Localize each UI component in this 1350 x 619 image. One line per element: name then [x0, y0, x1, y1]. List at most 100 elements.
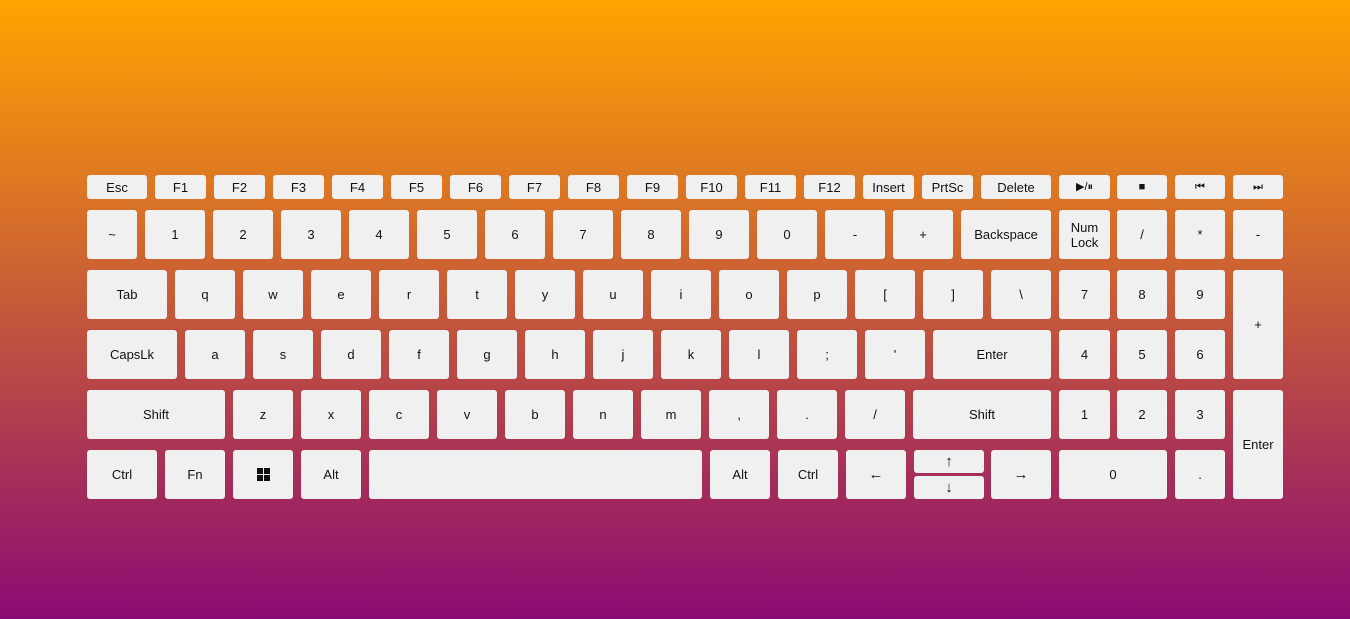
key-esc[interactable]: Esc [87, 175, 147, 199]
key-left-ctrl[interactable]: Ctrl [87, 450, 157, 499]
key-9[interactable]: 9 [689, 210, 749, 259]
numpad-2[interactable]: 2 [1117, 390, 1167, 439]
numpad-subtract[interactable]: - [1233, 210, 1283, 259]
key-f12[interactable]: F12 [804, 175, 855, 199]
key-h[interactable]: h [525, 330, 585, 379]
key-f11[interactable]: F11 [745, 175, 796, 199]
key-l[interactable]: l [729, 330, 789, 379]
numpad-3[interactable]: 3 [1175, 390, 1225, 439]
key-plus[interactable]: + [893, 210, 953, 259]
key-1[interactable]: 1 [145, 210, 205, 259]
key-f10[interactable]: F10 [686, 175, 737, 199]
numpad-num-lock[interactable]: Num Lock [1059, 210, 1110, 259]
key-fn[interactable]: Fn [165, 450, 225, 499]
key-d[interactable]: d [321, 330, 381, 379]
key-delete[interactable]: Delete [981, 175, 1051, 199]
key-space[interactable] [369, 450, 702, 499]
key-f[interactable]: f [389, 330, 449, 379]
key-f1[interactable]: F1 [155, 175, 206, 199]
numpad-add[interactable]: + [1233, 270, 1283, 379]
key-i[interactable]: i [651, 270, 711, 319]
key-right-bracket[interactable]: ] [923, 270, 983, 319]
key-p[interactable]: p [787, 270, 847, 319]
key-v[interactable]: v [437, 390, 497, 439]
key-x[interactable]: x [301, 390, 361, 439]
key-tilde[interactable]: ~ [87, 210, 137, 259]
key-semicolon[interactable]: ; [797, 330, 857, 379]
key-down-arrow-icon[interactable]: ↓ [914, 476, 984, 499]
numpad-1[interactable]: 1 [1059, 390, 1110, 439]
key-e[interactable]: e [311, 270, 371, 319]
numpad-6[interactable]: 6 [1175, 330, 1225, 379]
key-8[interactable]: 8 [621, 210, 681, 259]
key-a[interactable]: a [185, 330, 245, 379]
key-right-arrow-icon[interactable]: → [991, 450, 1051, 499]
key-play-pause-icon[interactable]: ▶/⏸ [1059, 175, 1110, 199]
key-w[interactable]: w [243, 270, 303, 319]
numpad-divide[interactable]: / [1117, 210, 1167, 259]
key-tab[interactable]: Tab [87, 270, 167, 319]
key-f5[interactable]: F5 [391, 175, 442, 199]
key-f8[interactable]: F8 [568, 175, 619, 199]
key-s[interactable]: s [253, 330, 313, 379]
key-f4[interactable]: F4 [332, 175, 383, 199]
key-q[interactable]: q [175, 270, 235, 319]
numpad-enter[interactable]: Enter [1233, 390, 1283, 499]
numpad-multiply[interactable]: * [1175, 210, 1225, 259]
key-right-ctrl[interactable]: Ctrl [778, 450, 838, 499]
key-7[interactable]: 7 [553, 210, 613, 259]
key-left-shift[interactable]: Shift [87, 390, 225, 439]
key-f3[interactable]: F3 [273, 175, 324, 199]
key-c[interactable]: c [369, 390, 429, 439]
key-k[interactable]: k [661, 330, 721, 379]
key-t[interactable]: t [447, 270, 507, 319]
key-n[interactable]: n [573, 390, 633, 439]
key-y[interactable]: y [515, 270, 575, 319]
key-left-bracket[interactable]: [ [855, 270, 915, 319]
key-f6[interactable]: F6 [450, 175, 501, 199]
key-m[interactable]: m [641, 390, 701, 439]
key-capslock[interactable]: CapsLk [87, 330, 177, 379]
key-j[interactable]: j [593, 330, 653, 379]
key-4[interactable]: 4 [349, 210, 409, 259]
key-b[interactable]: b [505, 390, 565, 439]
key-period[interactable]: . [777, 390, 837, 439]
key-next-track-icon[interactable]: ⏭ [1233, 175, 1283, 199]
key-insert[interactable]: Insert [863, 175, 914, 199]
key-r[interactable]: r [379, 270, 439, 319]
numpad-7[interactable]: 7 [1059, 270, 1110, 319]
key-2[interactable]: 2 [213, 210, 273, 259]
key-5[interactable]: 5 [417, 210, 477, 259]
key-prtsc[interactable]: PrtSc [922, 175, 973, 199]
key-up-arrow-icon[interactable]: ↑ [914, 450, 984, 473]
key-o[interactable]: o [719, 270, 779, 319]
key-f7[interactable]: F7 [509, 175, 560, 199]
key-backslash[interactable]: \ [991, 270, 1051, 319]
key-stop-icon[interactable]: ■ [1117, 175, 1167, 199]
key-f9[interactable]: F9 [627, 175, 678, 199]
numpad-5[interactable]: 5 [1117, 330, 1167, 379]
key-left-arrow-icon[interactable]: ← [846, 450, 906, 499]
key-enter[interactable]: Enter [933, 330, 1051, 379]
key-6[interactable]: 6 [485, 210, 545, 259]
key-slash[interactable]: / [845, 390, 905, 439]
numpad-9[interactable]: 9 [1175, 270, 1225, 319]
key-f2[interactable]: F2 [214, 175, 265, 199]
key-0[interactable]: 0 [757, 210, 817, 259]
key-right-alt[interactable]: Alt [710, 450, 770, 499]
key-quote[interactable]: ' [865, 330, 925, 379]
numpad-decimal[interactable]: . [1175, 450, 1225, 499]
key-g[interactable]: g [457, 330, 517, 379]
key-u[interactable]: u [583, 270, 643, 319]
key-windows[interactable] [233, 450, 293, 499]
key-right-shift[interactable]: Shift [913, 390, 1051, 439]
key-backspace[interactable]: Backspace [961, 210, 1051, 259]
key-3[interactable]: 3 [281, 210, 341, 259]
numpad-8[interactable]: 8 [1117, 270, 1167, 319]
key-z[interactable]: z [233, 390, 293, 439]
key-comma[interactable]: , [709, 390, 769, 439]
key-left-alt[interactable]: Alt [301, 450, 361, 499]
numpad-4[interactable]: 4 [1059, 330, 1110, 379]
numpad-0[interactable]: 0 [1059, 450, 1167, 499]
key-minus[interactable]: - [825, 210, 885, 259]
